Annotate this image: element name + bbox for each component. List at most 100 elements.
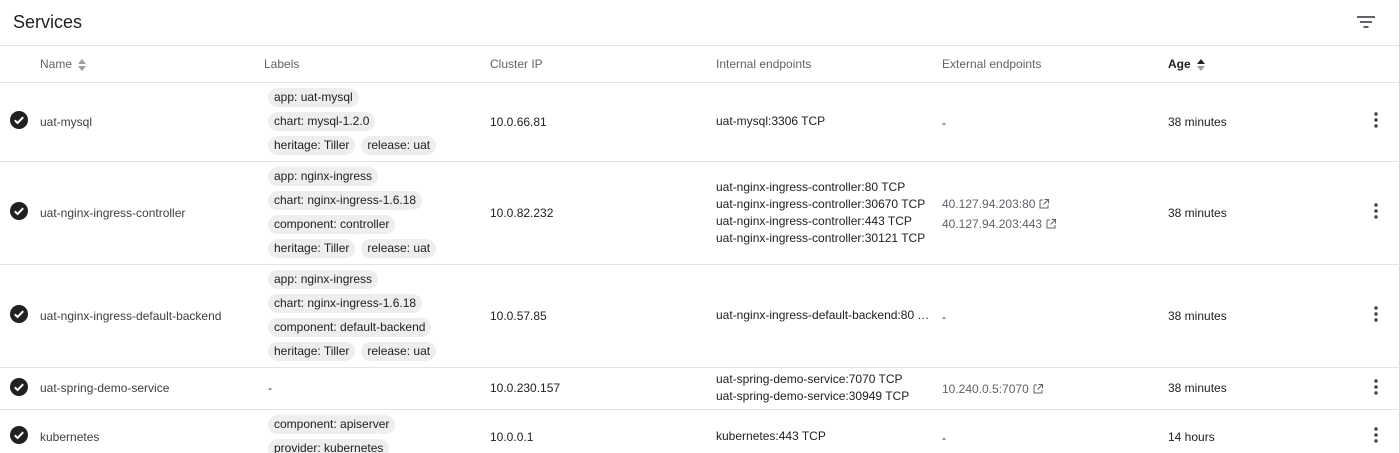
label-line: heritage: Tiller release: uat xyxy=(268,340,490,364)
label-chip: release: uat xyxy=(361,239,437,258)
internal-endpoint: uat-nginx-ingress-controller:30670 TCP xyxy=(716,196,926,211)
status-cell xyxy=(0,82,38,162)
table-row[interactable]: uat-mysql app: uat-mysql chart: mysql-1.2.… xyxy=(0,82,1400,162)
label-chip: app: nginx-ingress xyxy=(268,167,379,186)
label-chip: component: controller xyxy=(268,215,396,234)
label-chip: chart: mysql-1.2.0 xyxy=(268,112,376,131)
external-endpoint-text: 40.127.94.203:80 xyxy=(942,196,1036,211)
external-endpoints-cell: - xyxy=(942,264,1168,368)
external-endpoints-column-header: External endpoints xyxy=(942,46,1168,83)
label-chip: component: apiserver xyxy=(268,415,396,434)
age-cell: 38 minutes xyxy=(1168,367,1352,410)
label-line: chart: nginx-ingress-1.6.18 xyxy=(268,189,490,213)
labels-cell: - xyxy=(264,367,490,410)
more-vert-icon[interactable] xyxy=(1374,112,1378,128)
more-vert-icon[interactable] xyxy=(1374,378,1378,395)
row-menu-cell xyxy=(1352,409,1400,453)
label-line: heritage: Tiller release: uat xyxy=(268,237,490,261)
service-name-link[interactable]: uat-mysql xyxy=(40,115,92,129)
service-name-link[interactable]: uat-nginx-ingress-default-backend xyxy=(40,309,221,323)
label-chip: release: uat xyxy=(361,136,437,155)
label-chip: app: nginx-ingress xyxy=(268,270,379,289)
table-row[interactable]: uat-nginx-ingress-default-backend app: ng… xyxy=(0,264,1400,368)
internal-endpoints-cell: uat-mysql:3306 TCP xyxy=(716,82,942,162)
more-vert-icon[interactable] xyxy=(1374,203,1378,219)
age-column-header[interactable]: Age xyxy=(1168,46,1352,83)
open-in-new-icon xyxy=(1039,195,1050,208)
name-cell: kubernetes xyxy=(38,409,264,453)
internal-endpoint: uat-mysql:3306 TCP xyxy=(716,114,826,128)
external-endpoint-link[interactable]: 10.240.0.5:7070 xyxy=(942,379,1168,399)
card-header: Services xyxy=(0,0,1399,46)
labels-column-header: Labels xyxy=(264,46,490,83)
age-cell: 38 minutes xyxy=(1168,264,1352,368)
services-card: Services Name Labels Cluster IP Internal… xyxy=(0,0,1400,453)
check-circle-icon xyxy=(10,202,28,220)
label-chip: component: default-backend xyxy=(268,318,432,337)
age-cell: 38 minutes xyxy=(1168,82,1352,162)
more-vert-icon[interactable] xyxy=(1374,427,1378,443)
label-chip: app: uat-mysql xyxy=(268,88,359,107)
internal-endpoint: uat-nginx-ingress-controller:443 TCP xyxy=(716,213,912,228)
filter-list-icon[interactable] xyxy=(1357,15,1375,29)
labels-empty: - xyxy=(268,381,272,395)
internal-endpoints-cell: uat-spring-demo-service:7070 TCP uat-spri… xyxy=(716,367,942,410)
labels-cell: app: nginx-ingress chart: nginx-ingress-1… xyxy=(264,161,490,265)
external-endpoint-empty: - xyxy=(942,430,946,445)
age-cell: 38 minutes xyxy=(1168,161,1352,265)
table-row[interactable]: uat-nginx-ingress-controller app: nginx-i… xyxy=(0,161,1400,265)
cluster-ip-cell: 10.0.0.1 xyxy=(490,409,716,453)
status-cell xyxy=(0,367,38,410)
label-line: provider: kubernetes xyxy=(268,437,490,453)
service-name-link[interactable]: uat-spring-demo-service xyxy=(40,381,169,395)
actions-column-header xyxy=(1352,46,1400,83)
internal-endpoint: uat-nginx-ingress-controller:30121 TCP xyxy=(716,230,926,245)
row-menu-cell xyxy=(1352,367,1400,410)
label-line: chart: nginx-ingress-1.6.18 xyxy=(268,292,490,316)
external-endpoints-cell: 40.127.94.203:80 40.127.94.203:443 xyxy=(942,161,1168,265)
service-name-link[interactable]: kubernetes xyxy=(40,430,99,444)
internal-endpoints-cell: uat-nginx-ingress-controller:80 TCP uat-n… xyxy=(716,161,942,265)
table-row[interactable]: uat-spring-demo-service - 10.0.230.157 uat-… xyxy=(0,367,1400,410)
check-circle-icon xyxy=(10,377,28,396)
age-cell: 14 hours xyxy=(1168,409,1352,453)
label-chip: chart: nginx-ingress-1.6.18 xyxy=(268,191,423,210)
labels-cell: app: uat-mysql chart: mysql-1.2.0 heritage… xyxy=(264,82,490,162)
service-name-link[interactable]: uat-nginx-ingress-controller xyxy=(40,206,185,220)
label-chip: provider: kubernetes xyxy=(268,439,390,453)
table-row[interactable]: kubernetes component: apiserver provider: … xyxy=(0,409,1400,453)
external-endpoint-link[interactable]: 40.127.94.203:80 xyxy=(942,194,1168,214)
more-vert-icon[interactable] xyxy=(1374,306,1378,322)
external-endpoints-cell: - xyxy=(942,82,1168,162)
internal-endpoint: kubernetes:443 TCP xyxy=(716,429,826,443)
name-cell: uat-mysql xyxy=(38,82,264,162)
label-line: app: nginx-ingress xyxy=(268,165,490,189)
status-column-header xyxy=(0,46,38,83)
label-line: component: default-backend xyxy=(268,316,490,340)
row-menu-cell xyxy=(1352,161,1400,265)
check-circle-icon xyxy=(10,111,28,129)
label-chip: heritage: Tiller xyxy=(268,136,356,155)
name-column-header[interactable]: Name xyxy=(38,46,264,83)
external-endpoint-text: 40.127.94.203:443 xyxy=(942,216,1043,231)
row-menu-cell xyxy=(1352,82,1400,162)
cluster-ip-cell: 10.0.230.157 xyxy=(490,367,716,410)
external-endpoint-link[interactable]: 40.127.94.203:443 xyxy=(942,214,1168,234)
services-table: Name Labels Cluster IP Internal endpoint… xyxy=(0,46,1400,453)
status-cell xyxy=(0,264,38,368)
open-in-new-icon xyxy=(1033,380,1043,394)
label-chip: heritage: Tiller xyxy=(268,342,356,361)
external-endpoints-cell: - xyxy=(942,409,1168,453)
internal-endpoints-cell: uat-nginx-ingress-default-backend:80 TCP xyxy=(716,264,942,368)
sort-icon[interactable] xyxy=(78,58,87,71)
label-chip: heritage: Tiller xyxy=(268,239,356,258)
label-line: chart: mysql-1.2.0 xyxy=(268,110,490,134)
check-circle-icon xyxy=(10,426,28,444)
label-line: app: nginx-ingress xyxy=(268,268,490,292)
name-cell: uat-spring-demo-service xyxy=(38,367,264,410)
cluster-ip-cell: 10.0.66.81 xyxy=(490,82,716,162)
name-cell: uat-nginx-ingress-controller xyxy=(38,161,264,265)
label-chip: release: uat xyxy=(361,342,437,361)
sort-ascending-icon[interactable] xyxy=(1196,58,1205,71)
external-endpoint-text: 10.240.0.5:7070 xyxy=(942,382,1029,396)
